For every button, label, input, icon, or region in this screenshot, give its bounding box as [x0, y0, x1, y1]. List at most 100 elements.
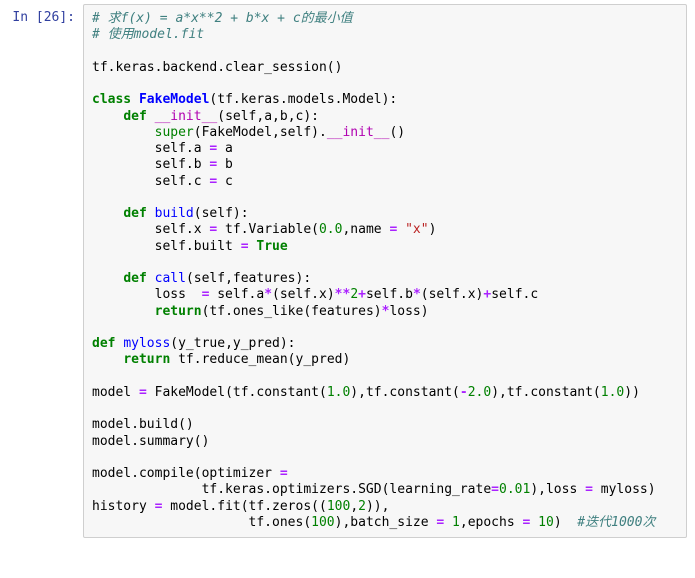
code-token: return — [155, 304, 202, 319]
code-token: 10 — [538, 515, 554, 530]
code-token: ),tf.constant( — [350, 385, 460, 400]
code-cell: In [26]: # 求f(x) = a*x**2 + b*x + c的最小值 … — [0, 0, 695, 542]
code-token: True — [256, 239, 287, 254]
code-token: super — [155, 125, 194, 140]
code-token — [147, 109, 155, 124]
code-token: 1.0 — [327, 385, 350, 400]
code-token: myloss — [123, 336, 170, 351]
prompt-count: 26 — [44, 10, 60, 25]
code-token: def — [123, 109, 146, 124]
code-token: tf.ones( — [92, 515, 311, 530]
code-token: (self.x) — [272, 287, 335, 302]
code-token: 1 — [452, 515, 460, 530]
code-token: (FakeModel,self). — [194, 125, 327, 140]
code-token: __init__ — [155, 109, 218, 124]
code-token: loss — [92, 287, 202, 302]
code-token: model.fit(tf.zeros(( — [162, 499, 326, 514]
code-token — [131, 92, 139, 107]
code-token: 0.0 — [319, 222, 342, 237]
code-token — [147, 271, 155, 286]
code-token: model.compile(optimizer — [92, 466, 280, 481]
code-token: * — [413, 287, 421, 302]
code-token: 2 — [358, 499, 366, 514]
code-input-area[interactable]: # 求f(x) = a*x**2 + b*x + c的最小值 # 使用model… — [83, 4, 687, 538]
code-token: 100 — [311, 515, 334, 530]
code-token — [92, 206, 123, 221]
code-token: 0.01 — [499, 482, 530, 497]
code-token: (self,a,b,c): — [217, 109, 319, 124]
code-token: build — [155, 206, 194, 221]
code-token: * — [264, 287, 272, 302]
code-token: self.b — [366, 287, 413, 302]
code-token: b — [217, 157, 233, 172]
code-token: model.summary() — [92, 434, 209, 449]
code-token — [92, 304, 155, 319]
code-token — [444, 515, 452, 530]
code-token: ),loss — [530, 482, 585, 497]
code-token: tf.reduce_mean(y_pred) — [170, 352, 350, 367]
code-token: def — [123, 271, 146, 286]
code-token: (y_true,y_pred): — [170, 336, 295, 351]
code-token: = — [139, 385, 147, 400]
code-token: # 使用model.fit — [92, 27, 204, 42]
code-token: )), — [366, 499, 389, 514]
code-token: ) — [429, 222, 437, 237]
code-token: #迭代1000次 — [577, 515, 655, 530]
code-token: (tf.keras.models.Model): — [209, 92, 397, 107]
code-token — [92, 271, 123, 286]
code-token: ,epochs — [460, 515, 523, 530]
input-prompt: In [26]: — [0, 4, 83, 538]
code-token — [92, 352, 123, 367]
code-token — [530, 515, 538, 530]
code-token: (self.x) — [421, 287, 484, 302]
code-content[interactable]: # 求f(x) = a*x**2 + b*x + c的最小值 # 使用model… — [92, 11, 678, 531]
code-token: 100 — [327, 499, 350, 514]
code-token: return — [123, 352, 170, 367]
code-token: + — [358, 287, 366, 302]
prompt-suffix: ]: — [59, 10, 75, 25]
code-token: = — [280, 466, 288, 481]
code-token: - — [460, 385, 468, 400]
code-token: c — [217, 174, 233, 189]
code-token — [92, 109, 123, 124]
code-token: self.x — [92, 222, 209, 237]
code-token: ,name — [342, 222, 389, 237]
code-token: class — [92, 92, 131, 107]
code-token: loss) — [389, 304, 428, 319]
code-token: self.built — [92, 239, 241, 254]
prompt-prefix: In [ — [12, 10, 43, 25]
code-token: , — [350, 499, 358, 514]
code-token: FakeModel(tf.constant( — [147, 385, 327, 400]
code-token — [288, 466, 296, 481]
code-token: model.build() — [92, 417, 194, 432]
code-token: def — [123, 206, 146, 221]
code-token: = — [241, 239, 249, 254]
code-token: ) — [554, 515, 577, 530]
code-token: "x" — [405, 222, 428, 237]
code-token: self.b — [92, 157, 209, 172]
code-token: 2 — [350, 287, 358, 302]
code-token: self.c — [491, 287, 538, 302]
code-token: __init__ — [327, 125, 390, 140]
code-token: (self): — [194, 206, 249, 221]
code-token: tf.keras.optimizers.SGD(learning_rate — [92, 482, 491, 497]
code-token: 2.0 — [468, 385, 491, 400]
code-token: self.a — [92, 141, 209, 156]
code-token: )) — [624, 385, 640, 400]
code-token: call — [155, 271, 186, 286]
code-token: tf.keras.backend.clear_session() — [92, 60, 342, 75]
code-token: model — [92, 385, 139, 400]
code-token: def — [92, 336, 115, 351]
code-token: = — [491, 482, 499, 497]
code-token: (self,features): — [186, 271, 311, 286]
code-token: self.a — [209, 287, 264, 302]
code-token: # 求f(x) = a*x**2 + b*x + c的最小值 — [92, 11, 353, 26]
code-token: self.c — [92, 174, 209, 189]
code-token: = — [585, 482, 593, 497]
code-token — [397, 222, 405, 237]
code-token: 1.0 — [601, 385, 624, 400]
code-token: ),batch_size — [335, 515, 437, 530]
code-token: (tf.ones_like(features) — [202, 304, 382, 319]
code-token: history — [92, 499, 155, 514]
code-token: FakeModel — [139, 92, 209, 107]
